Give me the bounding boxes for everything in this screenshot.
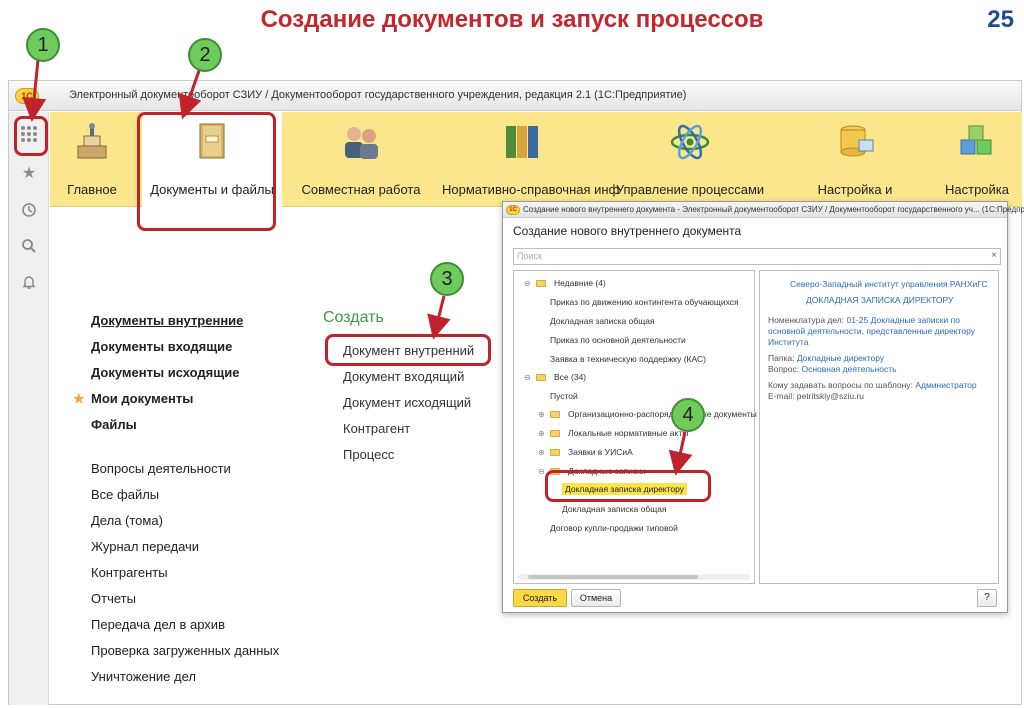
arrow-3 <box>427 295 451 340</box>
arrow-2 <box>178 67 202 120</box>
callout-badge-3: 3 <box>430 262 464 296</box>
callout-badge-1: 1 <box>26 28 60 62</box>
callout-badge-4: 4 <box>671 398 705 432</box>
arrow-4 <box>668 431 693 476</box>
callout-badge-2: 2 <box>188 38 222 72</box>
arrow-1 <box>22 59 47 122</box>
callout-arrows <box>22 59 693 476</box>
slide: Создание документов и запуск процессов 2… <box>0 0 1024 708</box>
